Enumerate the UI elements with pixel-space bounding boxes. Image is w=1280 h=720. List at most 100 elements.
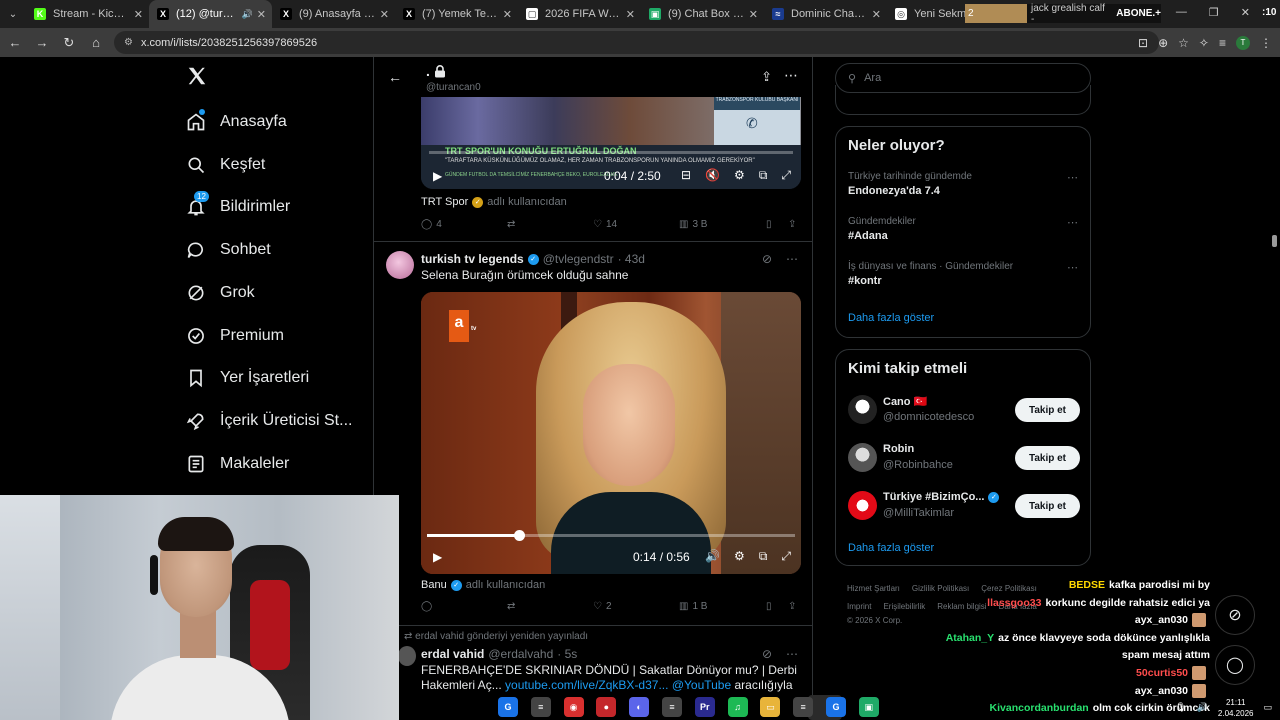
nav-item-chat[interactable]: Sohbet [186, 236, 271, 264]
settings-icon[interactable]: ⚙ [734, 168, 745, 183]
reload-icon[interactable]: ↻ [57, 31, 81, 55]
browser-tab[interactable]: X (7) Yemek Terörü (@y ✕ [395, 0, 518, 28]
chat-username[interactable]: ayx_an030 [1135, 614, 1188, 626]
tab-close-icon[interactable]: ✕ [872, 8, 881, 21]
settings-icon[interactable]: ⚙ [734, 549, 745, 564]
volume-icon[interactable]: 🔊 [1197, 702, 1208, 713]
browser-tab[interactable]: K Stream - Kick Dashbo ✕ [26, 0, 149, 28]
video-seek-knob[interactable] [514, 530, 525, 541]
x-logo-icon[interactable] [186, 65, 208, 87]
browser-tab[interactable]: ≈ Dominic Chanda - Op ✕ [764, 0, 887, 28]
bookmark-button[interactable]: ▯ [766, 601, 772, 612]
retweet-indicator[interactable]: ⇄ erdal vahid gönderiyi yeniden yayınlad… [404, 631, 588, 642]
share-button[interactable]: ⇪ [788, 601, 796, 612]
profile-avatar[interactable]: T [1236, 35, 1250, 50]
notification-icon[interactable]: ▭ [1263, 702, 1272, 713]
more-icon[interactable]: ⋯ [786, 252, 798, 266]
nav-item-bookmark[interactable]: Yer İşaretleri [186, 364, 309, 392]
media-icon[interactable]: ≡ [1219, 36, 1226, 50]
follow-button[interactable]: Takip et [1015, 398, 1080, 422]
views-button[interactable]: ▥ 3 B [679, 219, 707, 230]
pip-icon[interactable]: ⧉ [759, 549, 768, 564]
tweet3-author[interactable]: erdal vahid @erdalvahd · 5s [421, 647, 577, 661]
star-icon[interactable]: ☆ [1178, 36, 1189, 50]
trend-name[interactable]: #Adana [848, 230, 888, 242]
taskbar-app-icon[interactable]: ≡ [793, 697, 814, 717]
tweet1-video[interactable]: TRABZONSPOR KULÜBÜ BAŞKANI ✆ TRT SPOR'UN… [421, 97, 801, 189]
chat-username[interactable]: llassgoo33 [987, 597, 1041, 609]
tweet3-link[interactable]: youtube.com/live/ZqkBX-d37... [505, 678, 668, 692]
trend-name[interactable]: #kontr [848, 275, 882, 287]
views-button[interactable]: ▥ 1 B [679, 601, 707, 612]
minimize-icon[interactable]: — [1176, 6, 1187, 19]
like-button[interactable]: ♡ 2 [593, 601, 612, 612]
reply-button[interactable]: ◯ [421, 601, 432, 612]
maximize-icon[interactable]: ❐ [1209, 6, 1219, 19]
tab-close-icon[interactable]: ✕ [626, 8, 635, 21]
taskbar-app-icon[interactable]: ◉ [563, 697, 584, 717]
site-info-icon[interactable]: ⚙ [124, 37, 133, 48]
tab-close-icon[interactable]: ✕ [380, 8, 389, 21]
tab-close-icon[interactable]: ✕ [503, 8, 512, 21]
chat-username[interactable]: BEDSE [1069, 579, 1105, 591]
nav-item-search[interactable]: Keşfet [186, 151, 265, 179]
tweet1-source[interactable]: TRT Spor ✓ adlı kullanıcıdan [421, 196, 567, 208]
taskbar-app-icon[interactable]: ◐ [629, 697, 650, 717]
nav-item-rocket[interactable]: İçerik Üreticisi St... [186, 407, 352, 435]
taskbar-app-icon[interactable]: ♫ [727, 697, 748, 717]
chat-username[interactable]: 50curtis50 [1136, 667, 1188, 679]
taskbar-app-icon[interactable]: G [826, 697, 846, 717]
tweet2-avatar[interactable] [386, 251, 414, 279]
fullscreen-icon[interactable]: ⤢ [781, 168, 791, 183]
close-window-icon[interactable]: ✕ [1241, 6, 1250, 19]
tweet2-video[interactable]: a tv ▶ 0:14 / 0:56 🔊 ⚙ ⧉ ⤢ [421, 292, 801, 574]
taskbar-app-icon[interactable]: ▭ [760, 697, 781, 717]
tab-close-icon[interactable]: ✕ [749, 8, 758, 21]
taskbar-app-icon[interactable]: ≡ [530, 697, 551, 717]
url-input[interactable]: ⚙ x.com/i/lists/2038251256397869526 [114, 31, 1159, 54]
trend-more-icon[interactable]: ⋯ [1067, 171, 1078, 184]
play-icon[interactable]: ▶ [433, 550, 442, 564]
browser-menu-icon[interactable]: ⋮ [1260, 36, 1272, 50]
forward-icon[interactable]: → [30, 31, 54, 55]
video-seek-bar[interactable] [427, 530, 795, 541]
tweet2-source[interactable]: Banu ✓ adlı kullanıcıdan [421, 579, 545, 591]
follow-avatar[interactable] [848, 491, 877, 520]
clock[interactable]: 21:11 2.04.2026 [1218, 697, 1254, 719]
install-app-icon[interactable]: ⊡ [1138, 36, 1148, 50]
volume-icon[interactable]: 🔊 [705, 549, 720, 564]
tweet3-mention[interactable]: @YouTube [672, 678, 731, 692]
nav-item-article[interactable]: Makaleler [186, 450, 289, 478]
follow-button[interactable]: Takip et [1015, 494, 1080, 518]
extensions-icon[interactable]: ✧ [1199, 36, 1209, 50]
footer-link[interactable]: Imprint [847, 602, 871, 611]
chat-username[interactable]: Atahan_Y [946, 632, 994, 644]
trend-more-icon[interactable]: ⋯ [1067, 261, 1078, 274]
zoom-icon[interactable]: ⊕ [1158, 36, 1168, 50]
taskbar-app-icon[interactable]: ≡ [662, 697, 682, 717]
tab-audio-icon[interactable]: 🔊 [242, 9, 253, 20]
nav-item-grok[interactable]: Grok [186, 279, 255, 307]
nav-item-home[interactable]: Anasayfa [186, 108, 287, 136]
share-icon[interactable]: ⇪ [761, 69, 772, 85]
follow-name[interactable]: Cano 🇹🇷 [883, 395, 927, 408]
captions-icon[interactable]: ⊟ [681, 168, 691, 183]
fullscreen-icon[interactable]: ⤢ [781, 549, 791, 564]
more-icon[interactable]: ⋯ [786, 647, 798, 661]
back-arrow-icon[interactable]: ← [388, 69, 402, 85]
follow-button[interactable]: Takip et [1015, 446, 1080, 470]
taskbar-app-icon[interactable]: Pr [694, 697, 715, 717]
pip-icon[interactable]: ⧉ [759, 168, 768, 183]
follow-avatar[interactable] [848, 443, 877, 472]
follow-name[interactable]: Robin [883, 443, 914, 455]
browser-tab[interactable]: ▣ (9) Chat Box / Stream ✕ [641, 0, 764, 28]
more-icon[interactable]: ⋯ [784, 67, 798, 84]
trends-show-more[interactable]: Daha fazla göster [848, 312, 934, 324]
tab-search-icon[interactable]: ⌄ [0, 0, 26, 28]
volume-muted-icon[interactable]: 🔇 [705, 168, 720, 183]
tweet3-avatar[interactable] [398, 646, 416, 666]
footer-link[interactable]: Erişilebilirlik [883, 602, 925, 611]
retweet-button[interactable]: ⇄ [507, 601, 515, 612]
page-scrollbar[interactable] [1272, 235, 1277, 247]
taskbar-app-icon[interactable]: ● [596, 697, 617, 717]
